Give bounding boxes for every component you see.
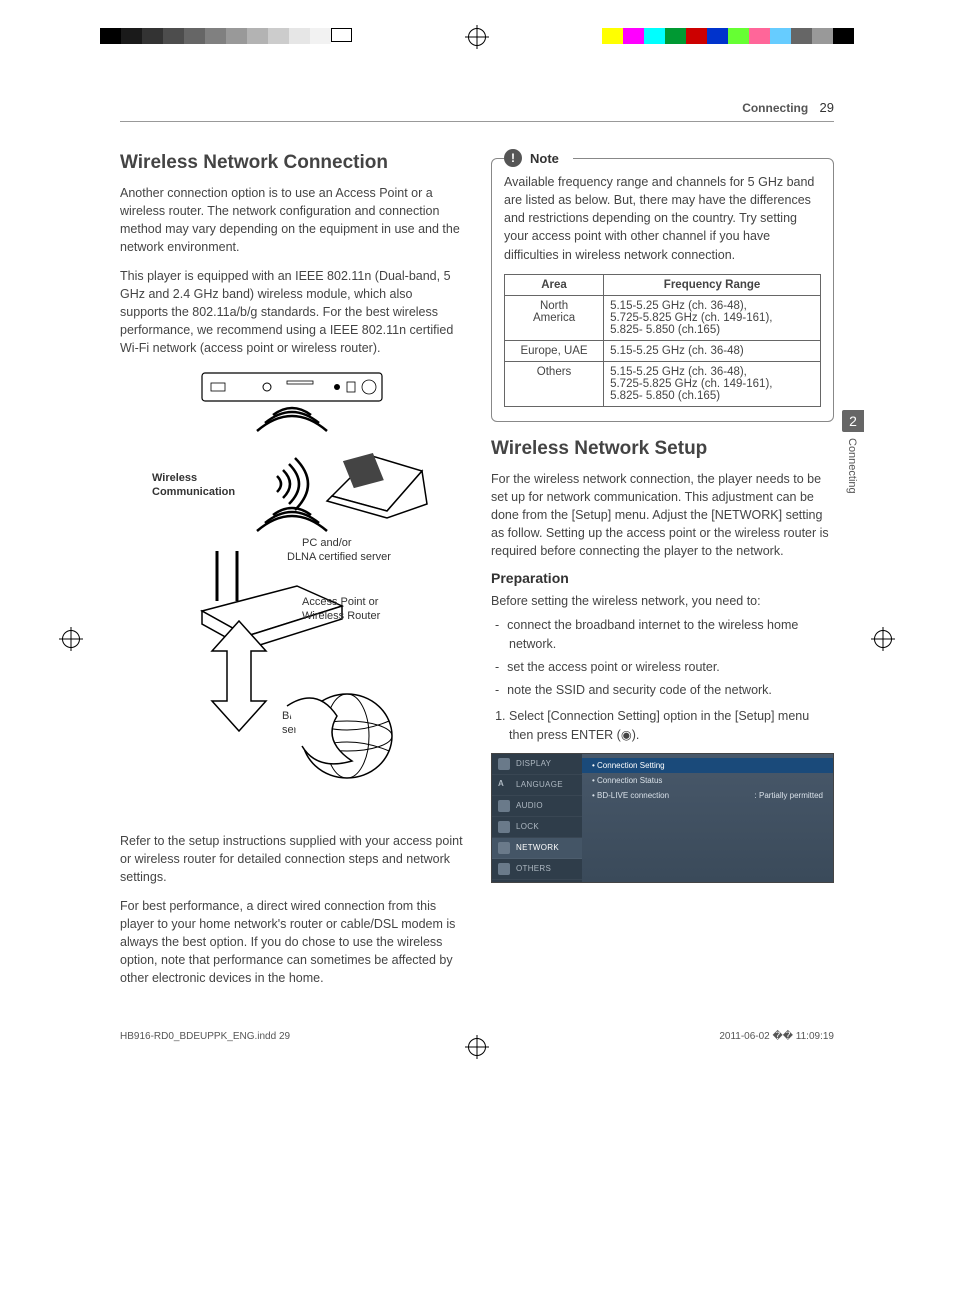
- menu-row: BD-LIVE connection: Partially permitted: [590, 788, 825, 803]
- svg-text:DLNA certified server: DLNA certified server: [287, 551, 391, 563]
- svg-text:PC and/or: PC and/or: [302, 537, 352, 549]
- list-item: note the SSID and security code of the n…: [509, 681, 834, 700]
- menu-content: Connection Setting Connection Status BD-…: [582, 754, 833, 882]
- menu-item-lock: LOCK: [492, 817, 582, 838]
- frequency-table: Area Frequency Range North America 5.15-…: [504, 274, 821, 407]
- menu-item-others: OTHERS: [492, 859, 582, 880]
- footer-timestamp: 2011-06-02 �� 11:09:19: [719, 1031, 834, 1042]
- chapter-label: Connecting: [842, 438, 858, 494]
- page-content: 2 Connecting Connecting 29 Wireless Netw…: [0, 50, 954, 1017]
- table-row: Others 5.15-5.25 GHz (ch. 36-48), 5.725-…: [505, 361, 821, 406]
- body-text: This player is equipped with an IEEE 802…: [120, 267, 463, 358]
- registration-mark-icon: [468, 28, 486, 46]
- header-page-number: 29: [820, 100, 834, 115]
- step-list: Select [Connection Setting] option in th…: [491, 707, 834, 745]
- menu-item-audio: AUDIO: [492, 796, 582, 817]
- table-cell: 5.15-5.25 GHz (ch. 36-48): [604, 340, 821, 361]
- table-cell: 5.15-5.25 GHz (ch. 36-48), 5.725-5.825 G…: [604, 361, 821, 406]
- right-column: ! Note Available frequency range and cha…: [491, 146, 834, 997]
- body-text: For best performance, a direct wired con…: [120, 897, 463, 988]
- table-cell: Europe, UAE: [505, 340, 604, 361]
- chapter-number: 2: [842, 410, 864, 432]
- setup-menu-screenshot: DISPLAY ALANGUAGE AUDIO LOCK NETWORK OTH…: [491, 753, 834, 883]
- body-text: Refer to the setup instructions supplied…: [120, 832, 463, 886]
- menu-item-language: ALANGUAGE: [492, 775, 582, 796]
- header-section: Connecting: [742, 101, 808, 115]
- body-text: Another connection option is to use an A…: [120, 184, 463, 257]
- step-item: Select [Connection Setting] option in th…: [509, 707, 834, 745]
- menu-item-display: DISPLAY: [492, 754, 582, 775]
- others-icon: [498, 863, 510, 875]
- list-item: connect the broadband internet to the wi…: [509, 616, 834, 654]
- note-icon: !: [504, 149, 522, 167]
- table-cell: 5.15-5.25 GHz (ch. 36-48), 5.725-5.825 G…: [604, 295, 821, 340]
- note-text: Available frequency range and channels f…: [504, 173, 821, 264]
- page-header: Connecting 29: [120, 100, 834, 122]
- audio-icon: [498, 800, 510, 812]
- heading-wireless-connection: Wireless Network Connection: [120, 152, 463, 174]
- svg-text:Communication: Communication: [152, 486, 235, 498]
- grayscale-bar: [100, 28, 352, 44]
- note-label: Note: [530, 151, 559, 166]
- subheading-preparation: Preparation: [491, 570, 834, 586]
- color-bar: [602, 28, 854, 44]
- heading-wireless-setup: Wireless Network Setup: [491, 438, 834, 460]
- table-header: Frequency Range: [604, 274, 821, 295]
- left-column: Wireless Network Connection Another conn…: [120, 146, 463, 997]
- list-item: set the access point or wireless router.: [509, 658, 834, 677]
- language-icon: A: [498, 779, 510, 791]
- table-row: North America 5.15-5.25 GHz (ch. 36-48),…: [505, 295, 821, 340]
- svg-text:Wireless Router: Wireless Router: [302, 610, 381, 622]
- display-icon: [498, 758, 510, 770]
- svg-text:Access Point or: Access Point or: [302, 596, 379, 608]
- network-icon: [498, 842, 510, 854]
- table-cell: North America: [505, 295, 604, 340]
- chapter-tab: 2 Connecting: [842, 410, 864, 494]
- note-box: ! Note Available frequency range and cha…: [491, 158, 834, 422]
- preparation-list: connect the broadband internet to the wi…: [491, 616, 834, 699]
- table-header: Area: [505, 274, 604, 295]
- printer-marks: [0, 0, 954, 50]
- lock-icon: [498, 821, 510, 833]
- body-text: Before setting the wireless network, you…: [491, 592, 834, 610]
- menu-sidebar: DISPLAY ALANGUAGE AUDIO LOCK NETWORK OTH…: [492, 754, 582, 882]
- body-text: For the wireless network connection, the…: [491, 470, 834, 561]
- footer-filename: HB916-RD0_BDEUPPK_ENG.indd 29: [120, 1031, 290, 1042]
- menu-item-network: NETWORK: [492, 838, 582, 859]
- registration-mark-icon: [468, 1038, 486, 1056]
- table-row: Europe, UAE 5.15-5.25 GHz (ch. 36-48): [505, 340, 821, 361]
- menu-row: Connection Status: [590, 773, 825, 788]
- menu-row-selected: Connection Setting: [582, 758, 833, 773]
- svg-text:Wireless: Wireless: [152, 472, 197, 484]
- table-cell: Others: [505, 361, 604, 406]
- network-diagram: Wireless Communication: [147, 371, 437, 816]
